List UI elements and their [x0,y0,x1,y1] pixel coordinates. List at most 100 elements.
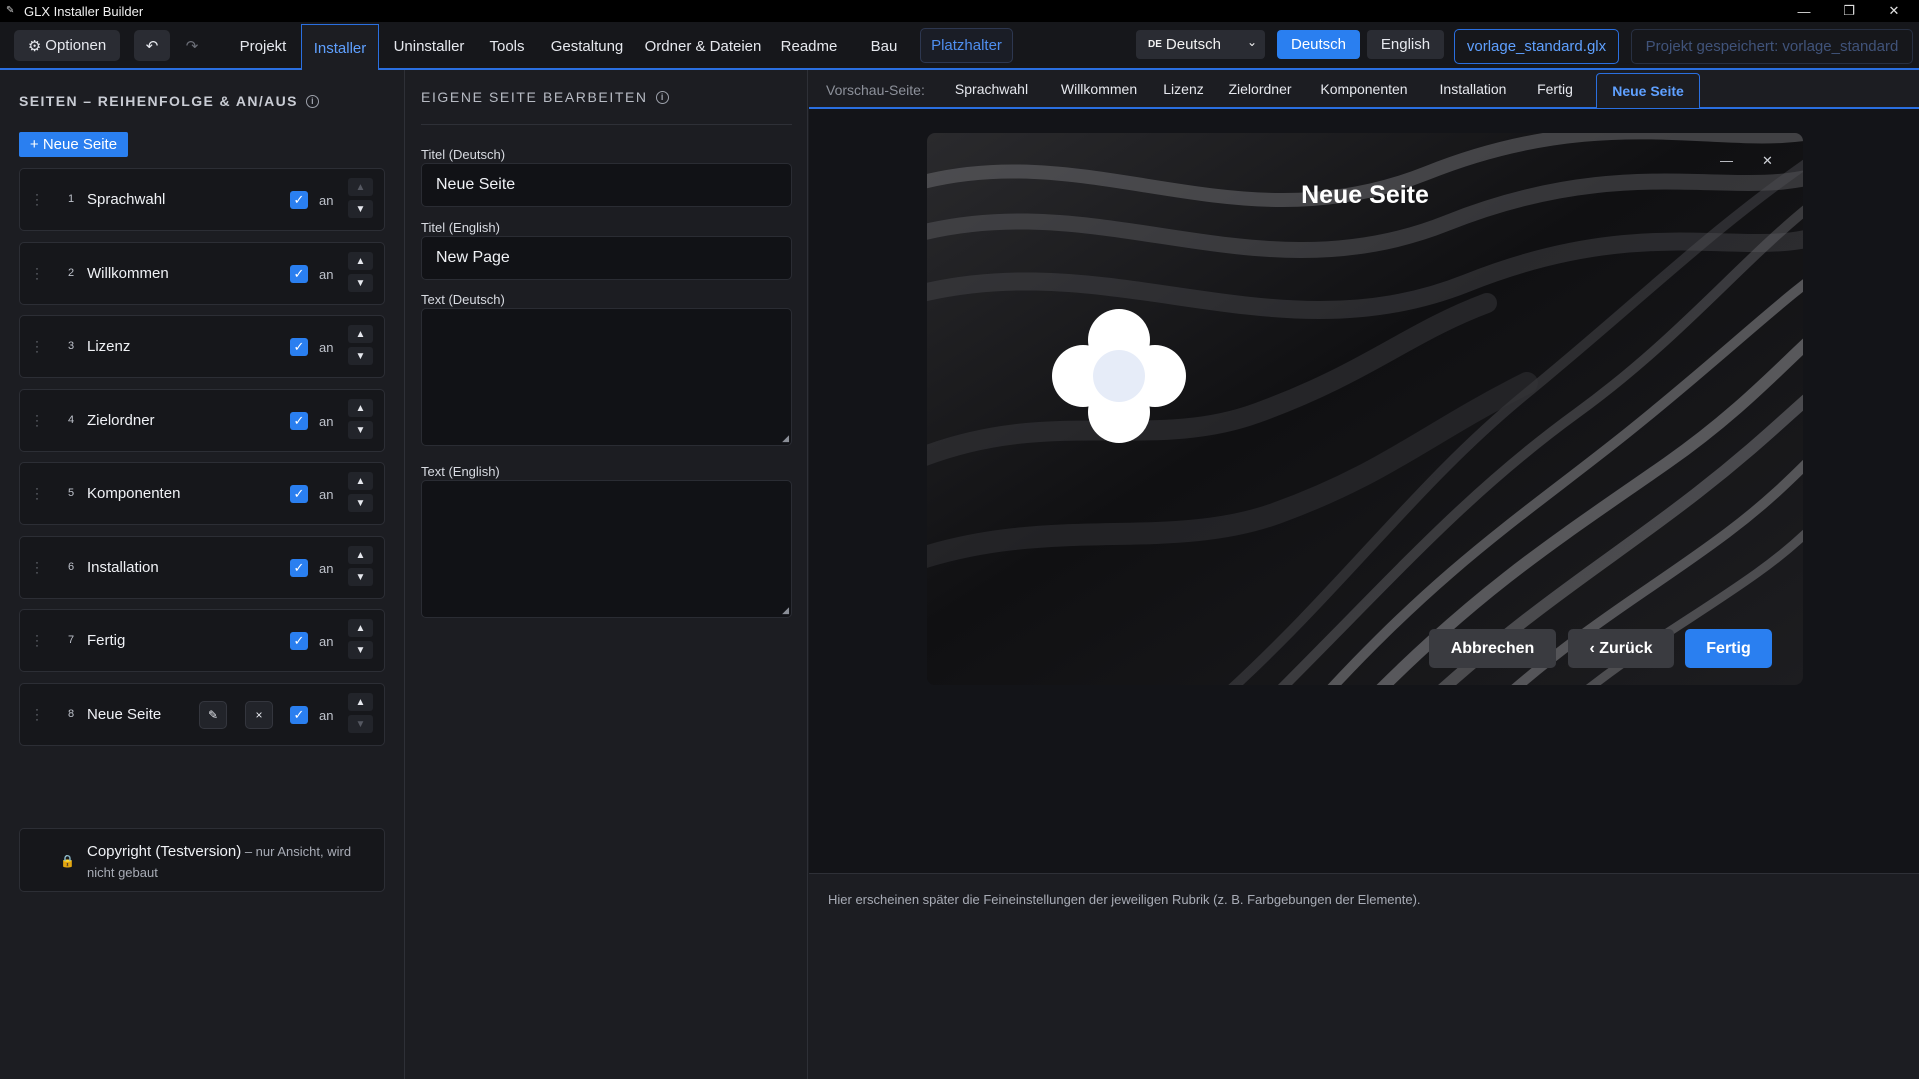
copyright-text: Copyright (Testversion) – nur Ansicht, w… [87,841,372,883]
preview-cancel-button[interactable]: Abbrechen [1429,629,1556,668]
page-list-item[interactable]: · · · 5 Komponenten ✓ an ▲ ▼ [19,462,385,525]
tab-gestaltung[interactable]: Gestaltung [547,22,627,70]
move-down-button[interactable]: ▼ [348,274,373,292]
tab-ordner-dateien[interactable]: Ordner & Dateien [640,22,766,70]
move-up-button[interactable]: ▲ [348,546,373,564]
preview-tab-lizenz[interactable]: Lizenz [1152,70,1215,107]
add-page-button[interactable]: + Neue Seite [19,132,128,157]
preview-done-button[interactable]: Fertig [1685,629,1772,668]
tab-projekt[interactable]: Projekt [232,22,294,70]
preview-tab-installation[interactable]: Installation [1422,70,1524,107]
move-up-button[interactable]: ▲ [348,178,373,196]
drag-handle-icon[interactable]: · · · [35,482,39,504]
move-up-button[interactable]: ▲ [348,252,373,270]
move-up-button[interactable]: ▲ [348,619,373,637]
preview-tab-neue-seite[interactable]: Neue Seite [1596,73,1700,108]
language-select[interactable]: DE Deutsch ⌄ [1136,30,1265,59]
move-down-button[interactable]: ▼ [348,494,373,512]
pages-heading-text: SEITEN – REIHENFOLGE & AN/AUS [19,93,298,109]
lock-icon: 🔒 [60,854,75,868]
title-de-input[interactable]: Neue Seite [421,163,792,207]
preview-tab-willkommen[interactable]: Willkommen [1045,70,1153,107]
page-enabled-checkbox[interactable]: ✓ [290,265,308,283]
move-up-button[interactable]: ▲ [348,472,373,490]
placeholder-button[interactable]: Platzhalter [920,28,1013,63]
text-en-textarea[interactable]: ◢ [421,480,792,618]
preview-back-button[interactable]: ‹ Zurück [1568,629,1674,668]
page-number: 8 [68,708,75,720]
page-enabled-checkbox[interactable]: ✓ [290,706,308,724]
drag-handle-icon[interactable]: · · · [35,629,39,651]
title-en-input[interactable]: New Page [421,236,792,280]
page-name: Fertig [87,632,126,649]
page-list-item[interactable]: · · · 6 Installation ✓ an ▲ ▼ [19,536,385,599]
close-button[interactable]: ✕ [1871,0,1917,22]
page-name: Lizenz [87,338,131,355]
chevron-down-icon: ⌄ [1246,35,1257,49]
page-list-item[interactable]: · · · 1 Sprachwahl ✓ an ▲ ▼ [19,168,385,231]
page-state-label: an [319,267,334,282]
project-file-button[interactable]: vorlage_standard.glx [1454,29,1619,64]
text-de-textarea[interactable]: ◢ [421,308,792,446]
page-list-item[interactable]: · · · 4 Zielordner ✓ an ▲ ▼ [19,389,385,452]
drag-handle-icon[interactable]: · · · [35,409,39,431]
drag-handle-icon[interactable]: · · · [35,703,39,725]
page-enabled-checkbox[interactable]: ✓ [290,485,308,503]
lang-deutsch-button[interactable]: Deutsch [1277,30,1360,59]
preview-tabs: Vorschau-Seite: Sprachwahl Willkommen Li… [809,70,1919,109]
preview-label: Vorschau-Seite: [826,82,925,98]
lang-english-button[interactable]: English [1367,30,1444,59]
minimize-button[interactable]: — [1781,0,1827,22]
page-enabled-checkbox[interactable]: ✓ [290,338,308,356]
preview-tab-zielordner[interactable]: Zielordner [1214,70,1306,107]
page-list-item[interactable]: · · · 2 Willkommen ✓ an ▲ ▼ [19,242,385,305]
move-down-button[interactable]: ▼ [348,715,373,733]
move-down-button[interactable]: ▼ [348,641,373,659]
project-saved-status: Projekt gespeichert: vorlage_standard [1631,29,1913,64]
tab-installer[interactable]: Installer [301,24,379,71]
edit-page-button[interactable]: ✎ [199,701,227,729]
page-name: Installation [87,559,159,576]
preview-page-title: Neue Seite [1301,181,1429,209]
page-number: 7 [68,634,75,646]
tab-uninstaller[interactable]: Uninstaller [389,22,469,70]
preview-tab-fertig[interactable]: Fertig [1523,70,1587,107]
preview-close-icon: ✕ [1762,153,1773,168]
move-up-button[interactable]: ▲ [348,325,373,343]
delete-page-button[interactable]: × [245,701,273,729]
info-icon[interactable]: i [305,94,319,108]
page-list-item[interactable]: · · · 8 Neue Seite ✎ × ✓ an ▲ ▼ [19,683,385,746]
preview-tab-komponenten[interactable]: Komponenten [1305,70,1423,107]
page-list-item[interactable]: · · · 7 Fertig ✓ an ▲ ▼ [19,609,385,672]
info-icon[interactable]: i [655,90,669,104]
move-down-button[interactable]: ▼ [348,347,373,365]
move-down-button[interactable]: ▼ [348,200,373,218]
drag-handle-icon[interactable]: · · · [35,335,39,357]
gear-icon: ⚙ [27,37,42,55]
preview-tab-sprachwahl[interactable]: Sprachwahl [934,70,1049,107]
resize-handle-icon[interactable]: ◢ [782,433,789,444]
page-enabled-checkbox[interactable]: ✓ [290,632,308,650]
move-down-button[interactable]: ▼ [348,421,373,439]
move-down-button[interactable]: ▼ [348,568,373,586]
page-number: 5 [68,487,75,499]
undo-button[interactable]: ↶ [134,30,170,61]
page-enabled-checkbox[interactable]: ✓ [290,559,308,577]
page-name: Sprachwahl [87,191,166,208]
move-up-button[interactable]: ▲ [348,399,373,417]
drag-handle-icon[interactable]: · · · [35,556,39,578]
options-button[interactable]: ⚙ Optionen [14,30,120,61]
resize-handle-icon[interactable]: ◢ [782,605,789,616]
page-enabled-checkbox[interactable]: ✓ [290,412,308,430]
redo-button[interactable]: ↷ [174,30,210,61]
page-list-item[interactable]: · · · 3 Lizenz ✓ an ▲ ▼ [19,315,385,378]
page-enabled-checkbox[interactable]: ✓ [290,191,308,209]
tab-tools[interactable]: Tools [481,22,533,70]
drag-handle-icon[interactable]: · · · [35,262,39,284]
move-up-button[interactable]: ▲ [348,693,373,711]
preview-panel: Vorschau-Seite: Sprachwahl Willkommen Li… [809,70,1919,1079]
tab-readme[interactable]: Readme [779,22,839,70]
drag-handle-icon[interactable]: · · · [35,188,39,210]
tab-bau[interactable]: Bau [863,22,905,70]
restore-button[interactable]: ❐ [1826,0,1872,22]
